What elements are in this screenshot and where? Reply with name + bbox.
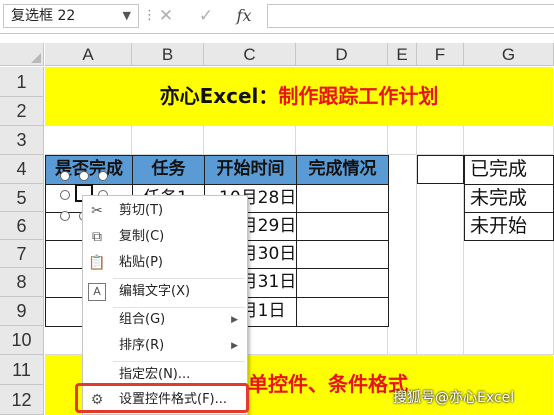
menu-item-cut[interactable]: ✂ 剪切(T) [83, 199, 247, 223]
row-header-7[interactable]: 7 [0, 240, 44, 268]
formula-bar: 复选框 22 ▼ ⋮ ✕ ✓ fx [0, 0, 554, 34]
insert-function-icon[interactable]: fx [230, 4, 258, 28]
copy-icon: ⧉ [92, 229, 102, 245]
menu-item-copy-label: 复制(C) [119, 229, 165, 244]
column-header-g[interactable]: G [464, 43, 554, 66]
menu-separator [113, 278, 245, 279]
column-header-b[interactable]: B [132, 43, 204, 66]
resize-handle-top-right[interactable] [98, 171, 108, 181]
column-header-f[interactable]: F [417, 43, 464, 66]
row-header-4[interactable]: 4 [0, 155, 44, 184]
bottom-banner-text: 单控件、条件格式 [248, 372, 408, 396]
column-header-e[interactable]: E [388, 43, 417, 66]
cell-g3[interactable] [464, 126, 554, 155]
name-box[interactable]: 复选框 22 ▼ [3, 4, 139, 28]
header-start-time[interactable]: 开始时间 [204, 155, 297, 185]
row-header-5[interactable]: 5 [0, 184, 44, 212]
row-header-11[interactable]: 11 [0, 355, 44, 385]
chevron-down-icon[interactable]: ▼ [123, 5, 131, 27]
menu-item-paste[interactable]: 📋 粘贴(P) [83, 251, 247, 275]
highlight-box [75, 383, 249, 413]
submenu-arrow-icon: ▶ [231, 315, 238, 325]
paste-icon: 📋 [88, 255, 106, 271]
cell-a3[interactable] [45, 126, 132, 155]
cell-f3[interactable] [417, 126, 464, 155]
menu-item-cut-label: 剪切(T) [119, 203, 164, 218]
row-header-3[interactable]: 3 [0, 126, 44, 155]
row-header-2[interactable]: 2 [0, 97, 44, 126]
cells-g7-g10[interactable] [464, 240, 554, 355]
status-item-not-started[interactable]: 未开始 [464, 212, 554, 241]
menu-item-order-label: 排序(R) [119, 338, 165, 353]
cancel-icon[interactable]: ✕ [152, 4, 180, 28]
enter-icon[interactable]: ✓ [192, 4, 220, 28]
column-header-a[interactable]: A [45, 43, 132, 66]
cell-b3[interactable] [132, 126, 204, 155]
menu-item-group-label: 组合(G) [119, 312, 166, 327]
menu-item-order[interactable]: 排序(R) ▶ [83, 334, 247, 358]
header-is-done[interactable]: 是否完成 [45, 155, 133, 185]
scissors-icon: ✂ [91, 203, 103, 219]
title-text: 制作跟踪工作计划 [278, 84, 439, 108]
menu-item-group[interactable]: 组合(G) ▶ [83, 308, 247, 332]
status-item-completed[interactable]: 已完成 [464, 155, 554, 185]
row-header-6[interactable]: 6 [0, 212, 44, 240]
row-header-10[interactable]: 10 [0, 326, 44, 355]
header-task[interactable]: 任务 [132, 155, 205, 185]
name-box-value: 复选框 22 [11, 8, 76, 24]
title-prefix: 亦心Excel： [159, 84, 279, 108]
cell-d8[interactable] [296, 268, 389, 298]
context-menu: ✂ 剪切(T) ⧉ 复制(C) 📋 粘贴(P) A 编辑文字(X) 组合(G) … [82, 195, 248, 415]
menu-item-copy[interactable]: ⧉ 复制(C) [83, 225, 247, 249]
row-header-1[interactable]: 1 [0, 67, 44, 97]
cells-f5-f10[interactable] [417, 184, 464, 355]
cell-e3[interactable] [388, 126, 417, 155]
watermark: 搜狐号@亦心Excel [393, 390, 515, 406]
submenu-arrow-icon: ▶ [231, 341, 238, 351]
menu-separator [113, 361, 245, 362]
column-header-c[interactable]: C [204, 43, 296, 66]
menu-item-paste-label: 粘贴(P) [119, 255, 163, 270]
cell-d5[interactable] [296, 184, 389, 213]
resize-handle-left[interactable] [60, 190, 70, 200]
cell-d3[interactable] [296, 126, 388, 155]
cell-c3[interactable] [204, 126, 296, 155]
edit-text-icon: A [88, 283, 106, 301]
cell-d6[interactable] [296, 212, 389, 241]
row-header-9[interactable]: 9 [0, 297, 44, 326]
formula-input[interactable] [267, 4, 554, 28]
resize-handle-top-left[interactable] [60, 171, 70, 181]
row-header-12[interactable]: 12 [0, 385, 44, 415]
title-banner[interactable]: 亦心Excel：制作跟踪工作计划 [45, 67, 553, 126]
column-header-d[interactable]: D [296, 43, 388, 66]
row-header-8[interactable]: 8 [0, 268, 44, 297]
menu-item-edit-text[interactable]: A 编辑文字(X) [83, 280, 247, 304]
select-all-button[interactable] [0, 43, 44, 66]
menu-item-edit-text-label: 编辑文字(X) [119, 284, 191, 299]
status-item-not-completed[interactable]: 未完成 [464, 184, 554, 213]
cells-e4-e10[interactable] [388, 155, 417, 355]
resize-handle-bottom-left[interactable] [60, 211, 70, 221]
cell-d9[interactable] [296, 297, 389, 327]
header-completion-status[interactable]: 完成情况 [296, 155, 389, 185]
resize-handle-top[interactable] [79, 171, 89, 181]
cell-f4[interactable] [417, 155, 464, 184]
cell-d7[interactable] [296, 240, 389, 269]
